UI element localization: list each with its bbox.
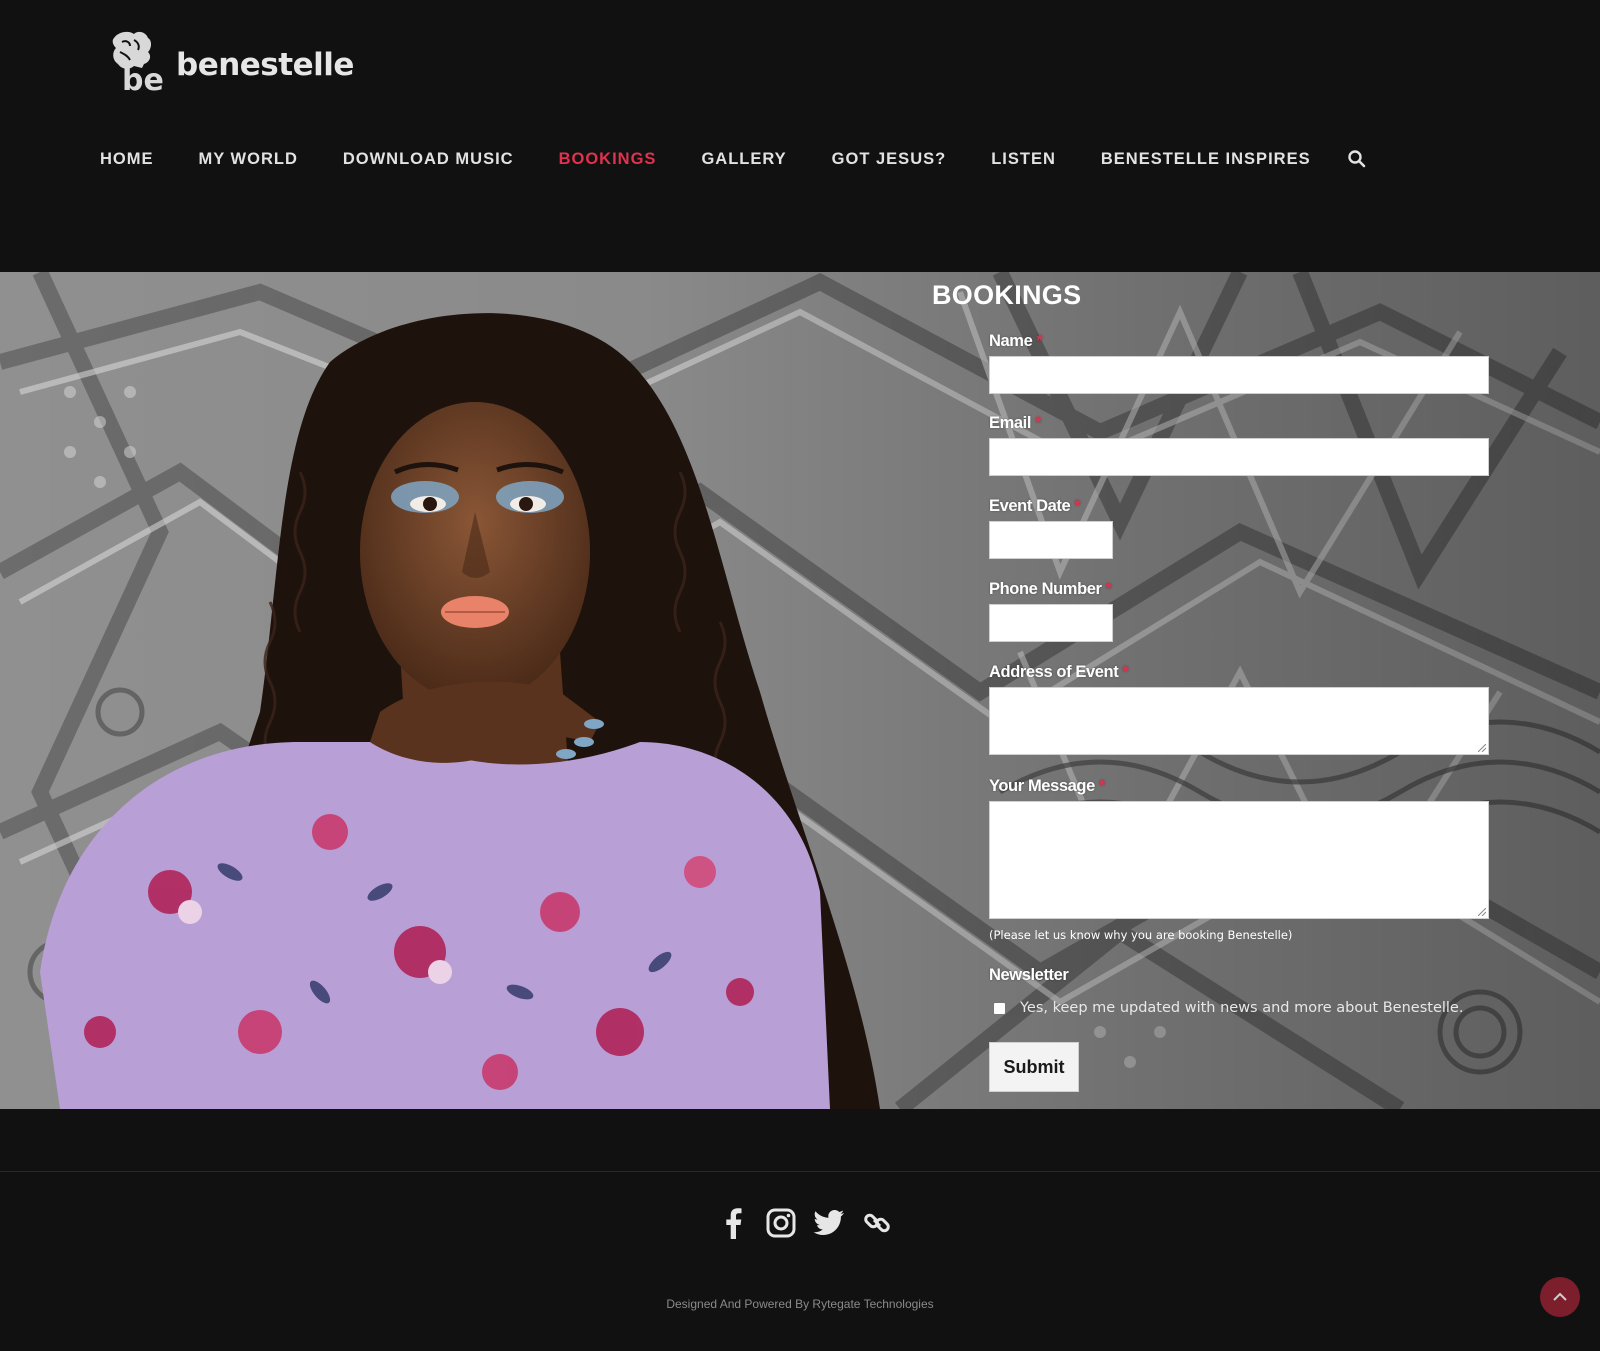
footer-divider	[0, 1171, 1600, 1172]
nav-item-download-music[interactable]: DOWNLOAD MUSIC	[343, 150, 514, 169]
required-mark: *	[1105, 580, 1112, 598]
chevron-up-icon	[1553, 1292, 1567, 1301]
lion-logo-icon: be	[112, 31, 164, 94]
resize-handle-icon[interactable]	[1478, 908, 1486, 916]
resize-handle-icon[interactable]	[1478, 744, 1486, 752]
phone-number-label: Phone Number *	[989, 580, 1112, 598]
newsletter-option[interactable]: Yes, keep me updated with news and more …	[989, 998, 1489, 1018]
page-title: BOOKINGS	[932, 280, 1082, 310]
required-mark: *	[1035, 414, 1042, 432]
email-label: Email *	[989, 414, 1042, 432]
facebook-icon[interactable]	[716, 1206, 750, 1240]
footer-credit: Designed And Powered By Rytegate Technol…	[666, 1297, 934, 1311]
main-nav: HOME MY WORLD DOWNLOAD MUSIC BOOKINGS GA…	[100, 146, 1367, 172]
phone-number-input[interactable]	[989, 604, 1113, 642]
nav-item-listen[interactable]: LISTEN	[991, 150, 1056, 169]
name-label: Name *	[989, 332, 1043, 350]
nav-item-bookings[interactable]: BOOKINGS	[559, 150, 657, 169]
required-mark: *	[1098, 777, 1105, 795]
email-input[interactable]	[989, 438, 1489, 476]
site-header: be benestelle HOME MY WORLD DOWNLOAD MUS…	[0, 0, 1600, 271]
required-mark: *	[1074, 497, 1081, 515]
instagram-icon[interactable]	[764, 1206, 798, 1240]
address-of-event-textarea[interactable]	[989, 687, 1489, 755]
your-message-label: Your Message *	[989, 777, 1105, 795]
link-icon[interactable]	[860, 1206, 894, 1240]
social-links	[716, 1206, 908, 1240]
newsletter-checkbox[interactable]	[993, 1001, 1006, 1015]
svg-text:be: be	[122, 63, 164, 94]
nav-item-home[interactable]: HOME	[100, 150, 154, 169]
name-input[interactable]	[989, 356, 1489, 394]
event-date-input[interactable]	[989, 521, 1113, 559]
submit-button[interactable]: Submit	[989, 1042, 1079, 1092]
newsletter-label: Newsletter	[989, 966, 1069, 984]
twitter-icon[interactable]	[812, 1206, 846, 1240]
newsletter-checkbox-text[interactable]: Yes, keep me updated with news and more …	[1020, 1000, 1463, 1016]
booking-form: Name * Email * Event Date * Phone Number * A…	[989, 332, 1489, 1092]
brand-name: benestelle	[176, 47, 354, 83]
nav-item-gallery[interactable]: GALLERY	[701, 150, 786, 169]
event-date-label: Event Date *	[989, 497, 1081, 515]
message-help-text: (Please let us know why you are booking …	[989, 928, 1293, 942]
nav-item-my-world[interactable]: MY WORLD	[199, 150, 298, 169]
required-mark: *	[1122, 663, 1129, 681]
your-message-textarea[interactable]	[989, 801, 1489, 919]
artist-portrait-image	[40, 313, 880, 1109]
back-to-top-button[interactable]	[1540, 1277, 1580, 1317]
nav-item-benestelle-inspires[interactable]: BENESTELLE INSPIRES	[1101, 150, 1311, 169]
search-icon[interactable]	[1347, 149, 1367, 169]
required-mark: *	[1036, 332, 1043, 350]
bookings-section: BOOKINGS Name * Email * Event Date * Phone …	[0, 272, 1600, 1109]
address-of-event-label: Address of Event *	[989, 663, 1129, 681]
nav-item-got-jesus[interactable]: GOT JESUS?	[832, 150, 947, 169]
site-logo[interactable]: be benestelle	[108, 28, 354, 94]
